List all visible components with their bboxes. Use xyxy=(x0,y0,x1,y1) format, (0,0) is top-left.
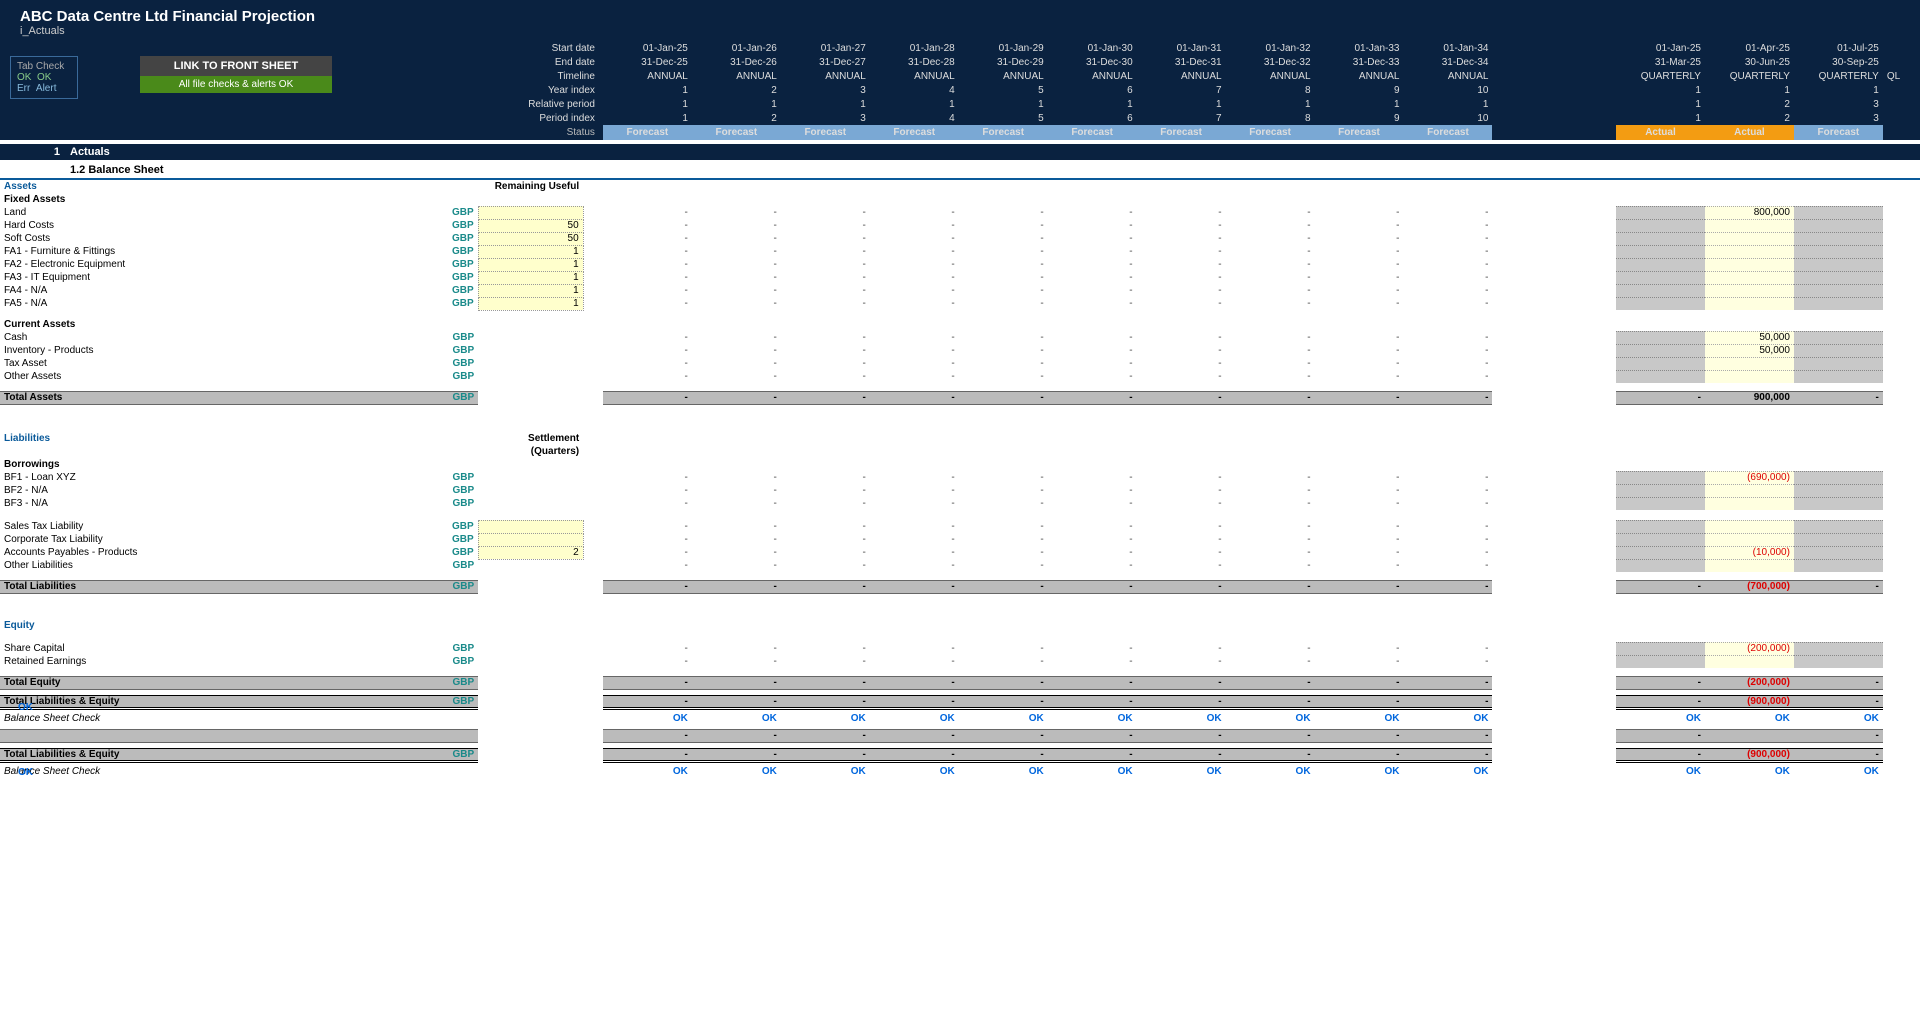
row-total-assets: Total AssetsGBP-----------900,000- xyxy=(0,391,1920,404)
check-alert: Alert xyxy=(36,83,57,94)
row-inventory: Inventory - ProductsGBP----------50,000 xyxy=(0,344,1920,357)
row-check-dup: Balance Sheet CheckOKOKOKOKOKOKOKOKOKOKO… xyxy=(0,765,1920,778)
left-ok-1: OK xyxy=(18,702,33,713)
row-bf2: BF2 - N/AGBP---------- xyxy=(0,484,1920,497)
section-bar: 1Actuals xyxy=(0,144,1920,160)
row-total-eq-dup: ------------ xyxy=(0,729,1920,742)
check-ok2: OK xyxy=(37,72,51,83)
assets-heading: Assets xyxy=(0,180,439,193)
row-share-capital: Share CapitalGBP----------(200,000) xyxy=(0,642,1920,655)
tab-check-box: Tab Check OK OK Err Alert xyxy=(10,56,78,99)
checks-ok-badge: All file checks & alerts OK xyxy=(140,76,332,93)
row-total-le: Total Liabilities & EquityGBP-----------… xyxy=(0,695,1920,708)
page-title: ABC Data Centre Ltd Financial Projection xyxy=(0,4,1920,25)
settlement-header: Settlement xyxy=(478,432,583,445)
row-fa4: FA4 - N/AGBP1---------- xyxy=(0,284,1920,297)
row-fa2: FA2 - Electronic EquipmentGBP1---------- xyxy=(0,258,1920,271)
row-total-equity: Total EquityGBP-----------(200,000)- xyxy=(0,676,1920,689)
row-fa5: FA5 - N/AGBP1---------- xyxy=(0,297,1920,310)
left-ok-2: OK xyxy=(18,767,33,778)
row-retained: Retained EarningsGBP---------- xyxy=(0,655,1920,668)
relative-period-row: Relative period1111111111123 xyxy=(0,97,1920,111)
check-ok1: OK xyxy=(17,72,31,83)
row-hard: Hard CostsGBP50---------- xyxy=(0,219,1920,232)
row-land: LandGBP----------800,000 xyxy=(0,206,1920,219)
row-other-liab: Other LiabilitiesGBP---------- xyxy=(0,559,1920,572)
link-front-button[interactable]: LINK TO FRONT SHEET xyxy=(140,56,332,76)
link-box: LINK TO FRONT SHEET All file checks & al… xyxy=(140,56,332,93)
row-soft: Soft CostsGBP50---------- xyxy=(0,232,1920,245)
equity-heading: Equity xyxy=(0,619,439,632)
row-tax-asset: Tax AssetGBP---------- xyxy=(0,357,1920,370)
period-index-row: Period index12345678910123 xyxy=(0,111,1920,125)
check-err: Err xyxy=(17,83,30,94)
tab-check-title: Tab Check xyxy=(17,61,71,72)
row-total-le-dup: Total Liabilities & EquityGBP-----------… xyxy=(0,748,1920,761)
row-fa1: FA1 - Furniture & FittingsGBP1---------- xyxy=(0,245,1920,258)
current-assets-heading: Current Assets xyxy=(0,318,439,331)
balance-sheet-table: Assets Remaining Useful Fixed Assets Land… xyxy=(0,180,1920,778)
row-bf3: BF3 - N/AGBP---------- xyxy=(0,497,1920,510)
status-row: StatusForecastForecastForecastForecastFo… xyxy=(0,125,1920,140)
row-corp-tax: Corporate Tax LiabilityGBP---------- xyxy=(0,533,1920,546)
sheet-name: i_Actuals xyxy=(0,25,1920,41)
row-total-liab: Total LiabilitiesGBP-----------(700,000)… xyxy=(0,580,1920,593)
row-check: Balance Sheet CheckOKOKOKOKOKOKOKOKOKOKO… xyxy=(0,712,1920,725)
start-date-row: Start date01-Jan-2501-Jan-2601-Jan-2701-… xyxy=(0,41,1920,55)
borrowings-heading: Borrowings xyxy=(0,458,439,471)
fixed-assets-heading: Fixed Assets xyxy=(0,193,439,206)
row-ap: Accounts Payables - ProductsGBP2--------… xyxy=(0,546,1920,559)
remaining-useful-header: Remaining Useful xyxy=(478,180,583,193)
row-bf1: BF1 - Loan XYZGBP----------(690,000) xyxy=(0,471,1920,484)
row-cash: CashGBP----------50,000 xyxy=(0,331,1920,344)
liabilities-heading: Liabilities xyxy=(0,432,439,445)
header: ABC Data Centre Ltd Financial Projection… xyxy=(0,0,1920,140)
subsection-title: 1.2 Balance Sheet xyxy=(0,160,1920,180)
row-other-assets: Other AssetsGBP---------- xyxy=(0,370,1920,383)
row-sales-tax: Sales Tax LiabilityGBP---------- xyxy=(0,520,1920,533)
row-fa3: FA3 - IT EquipmentGBP1---------- xyxy=(0,271,1920,284)
